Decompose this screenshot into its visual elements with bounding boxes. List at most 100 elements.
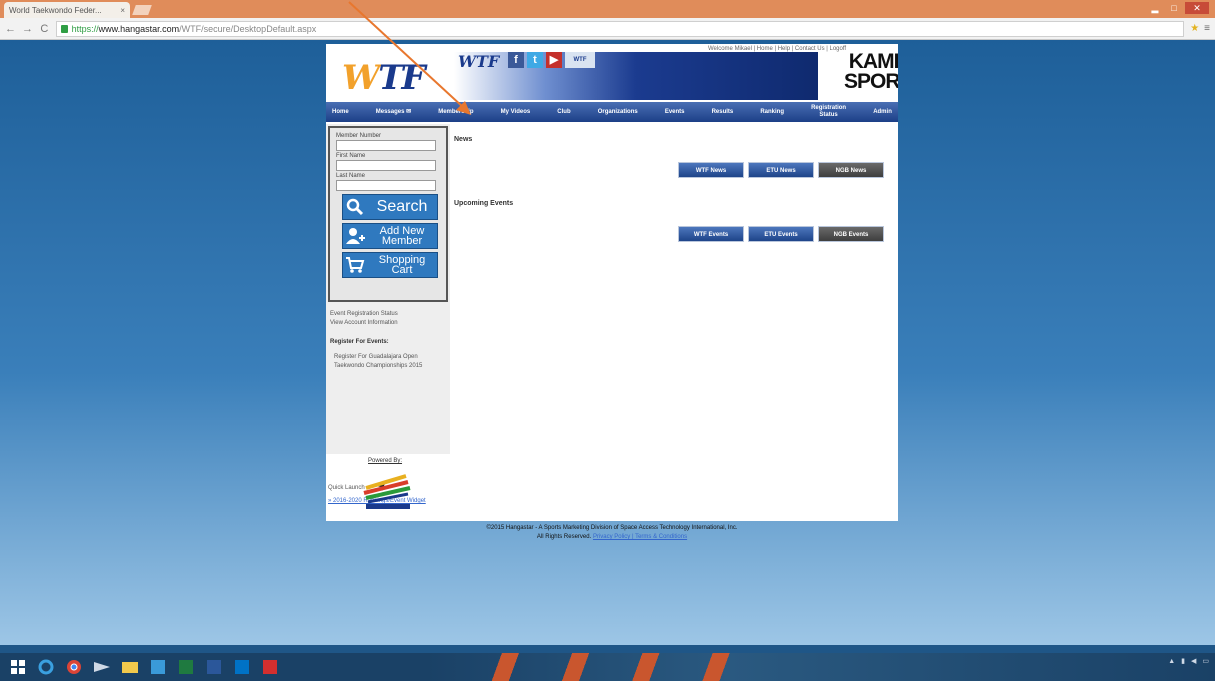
nav-my-videos[interactable]: My Videos	[501, 109, 531, 116]
taskbar: ▲ ▮ ◀ ▭	[0, 653, 1215, 681]
link-register-event[interactable]: Register For Guadalajara Open Taekwondo …	[330, 353, 448, 371]
news-tabs: WTF News ETU News NGB News	[678, 162, 884, 178]
wtf-events-button[interactable]: WTF Events	[678, 226, 744, 242]
url-host: www.hangastar.com	[98, 23, 180, 34]
kampsport-logo[interactable]: KAMP SPORT	[844, 51, 898, 92]
nav-club[interactable]: Club	[557, 109, 570, 116]
taskbar-decoration	[470, 653, 740, 681]
ngb-news-button[interactable]: NGB News	[818, 162, 884, 178]
wtf-badge-icon[interactable]: WTF	[565, 52, 595, 68]
file-explorer-icon[interactable]	[118, 656, 142, 678]
reload-icon[interactable]: C	[39, 23, 50, 35]
word-icon[interactable]	[202, 656, 226, 678]
search-app-icon[interactable]	[146, 656, 170, 678]
member-number-label: Member Number	[336, 133, 382, 139]
network-icon[interactable]: ▮	[1181, 657, 1185, 665]
browser-toolbar: ← → C https://www.hangastar.com/WTF/secu…	[0, 18, 1215, 40]
chrome-icon[interactable]	[62, 656, 86, 678]
first-name-label: First Name	[336, 153, 366, 159]
top-links[interactable]: Welcome Mikael | Home | Help | Contact U…	[708, 46, 846, 52]
facebook-icon[interactable]: f	[508, 52, 524, 68]
browser-tab[interactable]: World Taekwondo Feder... ×	[4, 2, 130, 18]
minimize-icon[interactable]: ▂	[1147, 2, 1163, 14]
maximize-icon[interactable]: □	[1166, 2, 1182, 14]
upcoming-events-title: Upcoming Events	[454, 200, 514, 207]
windows-start-icon[interactable]	[6, 656, 30, 678]
nav-messages[interactable]: Messages ✉	[376, 109, 411, 116]
member-number-input[interactable]	[336, 140, 436, 151]
nav-home[interactable]: Home	[332, 109, 349, 116]
twitter-icon[interactable]: t	[527, 52, 543, 68]
link-event-registration-status[interactable]: Event Registration Status	[330, 310, 448, 319]
rights-text: All Rights Reserved.	[536, 534, 592, 540]
lock-icon	[60, 24, 68, 33]
link-view-account-information[interactable]: View Account Information	[330, 319, 448, 328]
shopping-cart-label: Shopping Cart	[378, 254, 426, 276]
media-icon[interactable]	[90, 656, 114, 678]
add-new-member-button[interactable]: Add New Member	[342, 223, 438, 249]
menu-icon[interactable]: ≡	[1204, 23, 1210, 34]
cart-icon	[343, 253, 367, 277]
sidebar: Member Number First Name Last Name Searc…	[326, 124, 450, 504]
nav-ranking[interactable]: Ranking	[760, 109, 784, 116]
last-name-input[interactable]	[336, 180, 436, 191]
member-search-box: Member Number First Name Last Name Searc…	[328, 126, 448, 302]
system-tray: ▲ ▮ ◀ ▭	[1168, 657, 1209, 666]
pdf-icon[interactable]	[258, 656, 282, 678]
footer-legal-links[interactable]: Privacy Policy | Terms & Conditions	[593, 534, 687, 540]
back-icon[interactable]: ←	[5, 23, 16, 35]
outlook-icon[interactable]	[230, 656, 254, 678]
news-title: News	[454, 136, 473, 143]
magnifier-icon	[343, 195, 367, 219]
browser-titlebar: World Taekwondo Feder... × ▂ □ ✕	[0, 0, 1215, 18]
powered-by-label: Powered By:	[368, 458, 403, 464]
youtube-icon[interactable]: ▶	[546, 52, 562, 68]
ngb-events-button[interactable]: NGB Events	[818, 226, 884, 242]
bookmark-star-icon[interactable]: ★	[1190, 23, 1199, 34]
banner-wtf-logo: WTF	[458, 52, 500, 71]
forward-icon[interactable]: →	[22, 23, 33, 35]
register-for-events-heading: Register For Events:	[330, 339, 389, 345]
page-bottom-strip	[0, 645, 1215, 653]
site-footer: ©2015 Hangastar - A Sports Marketing Div…	[326, 524, 898, 542]
new-tab-button[interactable]	[132, 5, 152, 15]
site-container: WTF WTF f t ▶ WTF Welcome Mikael | Home …	[326, 44, 898, 521]
browser-actions: ★ ≡	[1190, 23, 1210, 34]
main-nav: Home Messages ✉ Membership My Videos Clu…	[326, 102, 898, 122]
last-name-label: Last Name	[336, 173, 366, 179]
social-links: f t ▶ WTF	[508, 52, 595, 68]
hangastar-logo[interactable]	[358, 470, 418, 510]
events-tabs: WTF Events ETU Events NGB Events	[678, 226, 884, 242]
etu-events-button[interactable]: ETU Events	[748, 226, 814, 242]
add-user-icon	[343, 224, 367, 248]
address-bar[interactable]: https://www.hangastar.com/WTF/secure/Des…	[55, 20, 1185, 37]
nav-organizations[interactable]: Organizations	[598, 109, 638, 116]
volume-icon[interactable]: ◀	[1191, 657, 1196, 665]
tab-title: World Taekwondo Feder...	[9, 5, 102, 15]
nav-results[interactable]: Results	[712, 109, 734, 116]
search-button[interactable]: Search	[342, 194, 438, 220]
window-controls: ▂ □ ✕	[1147, 2, 1209, 14]
first-name-input[interactable]	[336, 160, 436, 171]
clock-area[interactable]: ▭	[1202, 657, 1209, 665]
url-scheme: https://	[71, 23, 99, 34]
nav-admin[interactable]: Admin	[873, 109, 892, 116]
tray-arrow-icon[interactable]: ▲	[1168, 658, 1175, 665]
sidebar-links: Event Registration Status View Account I…	[330, 310, 448, 371]
ie-icon[interactable]	[34, 656, 58, 678]
etu-news-button[interactable]: ETU News	[748, 162, 814, 178]
nav-events[interactable]: Events	[665, 109, 685, 116]
url-path: /WTF/secure/DesktopDefault.aspx	[179, 23, 317, 34]
search-button-label: Search	[376, 198, 428, 215]
wtf-news-button[interactable]: WTF News	[678, 162, 744, 178]
shopping-cart-button[interactable]: Shopping Cart	[342, 252, 438, 278]
site-header: WTF WTF f t ▶ WTF Welcome Mikael | Home …	[326, 44, 898, 100]
nav-registration-status[interactable]: Registration Status	[811, 105, 846, 119]
tab-close-icon[interactable]: ×	[120, 6, 125, 15]
add-new-member-label: Add New Member	[379, 225, 425, 247]
wtf-logo[interactable]: WTF	[342, 58, 426, 98]
close-window-icon[interactable]: ✕	[1185, 2, 1209, 14]
nav-membership[interactable]: Membership	[438, 109, 473, 116]
copyright-text: ©2015 Hangastar - A Sports Marketing Div…	[486, 525, 738, 531]
excel-icon[interactable]	[174, 656, 198, 678]
